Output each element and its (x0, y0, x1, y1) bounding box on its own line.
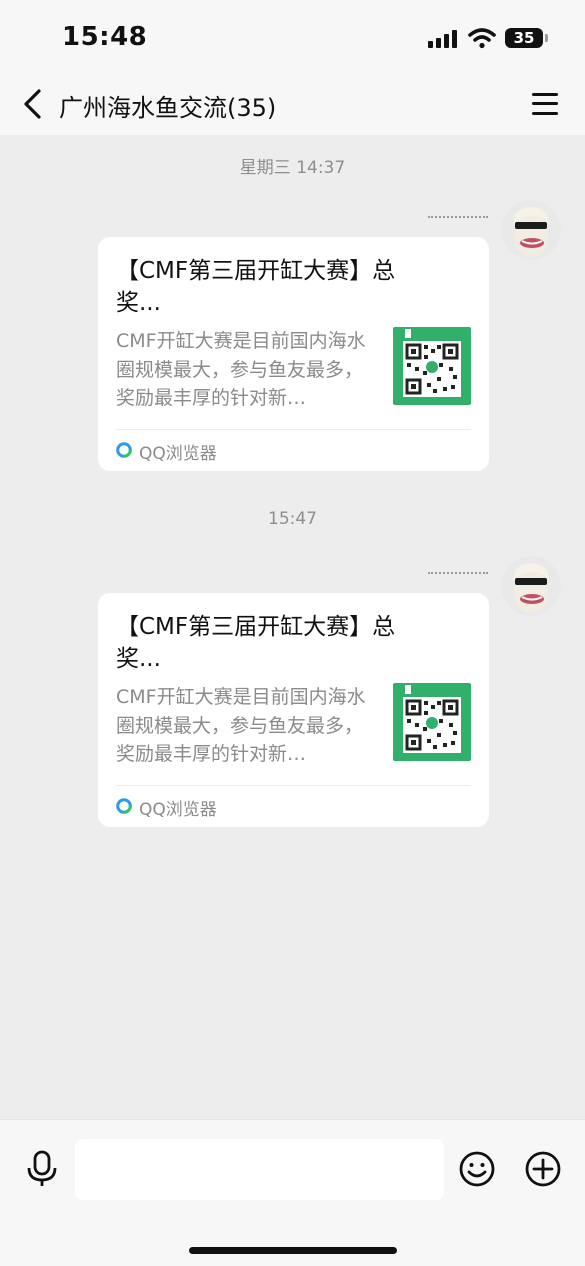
card-divider (116, 785, 471, 786)
source-label: QQ浏览器 (139, 800, 217, 820)
input-bar (0, 1119, 585, 1266)
message-timestamp: 15:47 (268, 509, 317, 529)
chat-title: 广州海水鱼交流(35) (59, 94, 277, 122)
menu-icon[interactable] (532, 92, 558, 116)
qq-browser-icon (116, 798, 132, 814)
link-card[interactable]: 【CMF第三届开缸大赛】总奖... CMF开缸大赛是目前国内海水圈规模最大，参与… (98, 237, 489, 471)
message-input[interactable] (75, 1139, 444, 1200)
cellular-signal-icon (428, 30, 460, 48)
avatar-face-icon (513, 207, 549, 257)
avatar[interactable] (501, 556, 561, 616)
chat-screen: 15:48 35 广州海水鱼交流(35) 星期三 14:37 【CMF第三届开缸… (0, 0, 585, 1266)
status-time: 15:48 (62, 22, 148, 52)
smiley-icon[interactable] (458, 1150, 496, 1188)
home-indicator[interactable] (189, 1247, 397, 1254)
message-timestamp: 星期三 14:37 (239, 158, 346, 178)
sender-name-placeholder (428, 570, 488, 574)
card-description: CMF开缸大赛是目前国内海水圈规模最大，参与鱼友最多，奖励最丰厚的针对新… (116, 686, 366, 765)
battery-indicator: 35 (505, 28, 543, 48)
battery-nub (545, 34, 548, 42)
link-card[interactable]: 【CMF第三届开缸大赛】总奖... CMF开缸大赛是目前国内海水圈规模最大，参与… (98, 593, 489, 827)
sender-name-placeholder (428, 214, 488, 218)
source-label: QQ浏览器 (139, 444, 217, 464)
card-title: 【CMF第三届开缸大赛】总奖... (116, 258, 396, 316)
microphone-icon[interactable] (26, 1150, 58, 1188)
avatar[interactable] (501, 200, 561, 260)
chat-header: 广州海水鱼交流(35) (0, 78, 585, 135)
chevron-left-icon[interactable] (20, 86, 48, 122)
card-title: 【CMF第三届开缸大赛】总奖... (116, 614, 396, 672)
wifi-icon (468, 28, 496, 49)
avatar-face-icon (513, 563, 549, 613)
qr-code-thumbnail (393, 327, 471, 405)
plus-circle-icon[interactable] (524, 1150, 562, 1188)
status-bar: 15:48 35 (0, 0, 585, 78)
card-divider (116, 429, 471, 430)
qq-browser-icon (116, 442, 132, 458)
card-description: CMF开缸大赛是目前国内海水圈规模最大，参与鱼友最多，奖励最丰厚的针对新… (116, 330, 366, 409)
qr-code-thumbnail (393, 683, 471, 761)
